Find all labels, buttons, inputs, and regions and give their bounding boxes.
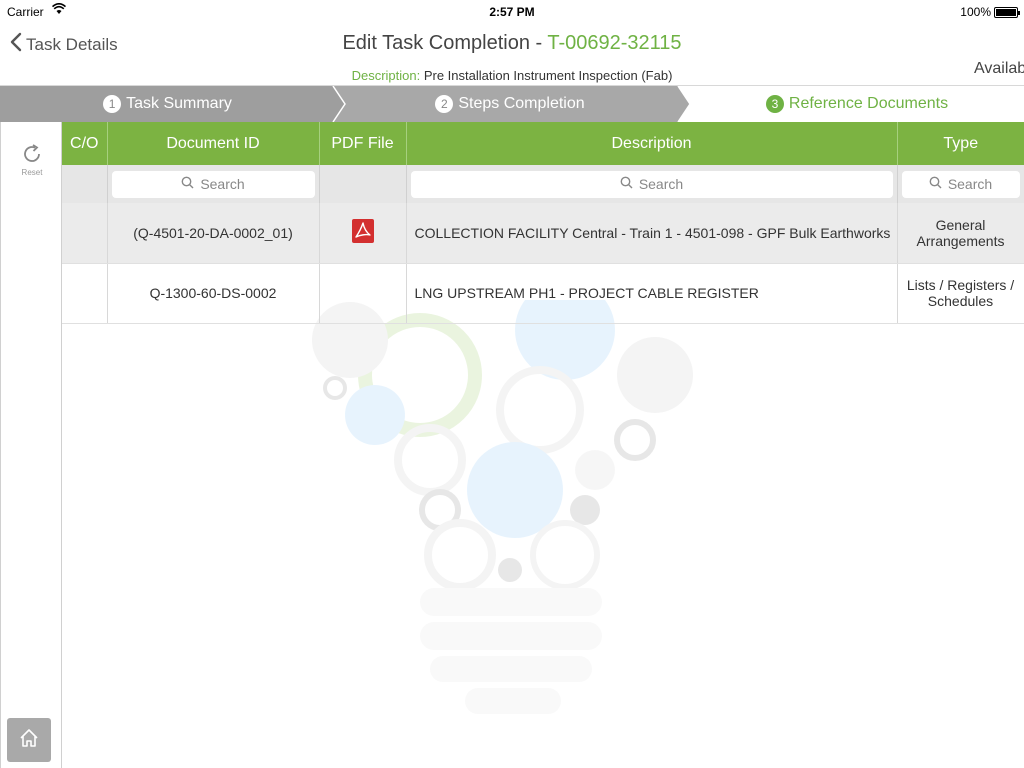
steps-progress: 1 Task Summary 2 Steps Completion 3 Refe…	[0, 86, 1024, 122]
step-label: Task Summary	[126, 95, 232, 112]
step-label: Reference Documents	[788, 95, 949, 112]
search-placeholder: Search	[200, 176, 245, 192]
description-cell: LNG UPSTREAM PH1 - PROJECT CABLE REGISTE…	[406, 263, 898, 324]
reset-button[interactable]: Reset	[13, 142, 51, 177]
search-input-document-id[interactable]: Search	[111, 170, 315, 198]
search-input-type[interactable]: Search	[901, 170, 1020, 198]
task-description: Description: Pre Installation Instrument…	[0, 68, 1024, 83]
filter-cell-type: Search	[897, 165, 1024, 203]
filter-row: Search Search Search	[62, 165, 1024, 203]
home-icon	[18, 727, 40, 754]
search-icon	[929, 176, 948, 192]
co-cell[interactable]	[62, 263, 108, 324]
documents-table: C/O Document ID PDF File Description Typ…	[62, 122, 1024, 324]
reset-label: Reset	[21, 168, 43, 177]
home-button[interactable]	[7, 718, 51, 762]
refresh-icon	[20, 144, 44, 168]
type-cell: Lists / Registers / Schedules	[897, 263, 1024, 324]
pdf-file-cell	[319, 203, 407, 264]
search-icon	[181, 176, 200, 192]
column-header-document-id[interactable]: Document ID	[107, 122, 320, 165]
header: Task Details Edit Task Completion - T-00…	[0, 22, 1024, 86]
search-icon	[620, 176, 639, 192]
filter-cell-empty	[62, 165, 108, 203]
document-id-cell: (Q-4501-20-DA-0002_01)	[107, 203, 320, 264]
step-number: 1	[103, 95, 122, 113]
title-text: Edit Task Completion -	[342, 32, 548, 54]
column-header-co[interactable]: C/O	[62, 122, 108, 165]
filter-cell-document-id: Search	[107, 165, 320, 203]
document-id-cell: Q-1300-60-DS-0002	[107, 263, 320, 324]
pdf-file-cell	[319, 263, 407, 324]
battery-percent: 100%	[960, 5, 991, 19]
battery-icon	[994, 7, 1020, 18]
table-row[interactable]: (Q-4501-20-DA-0002_01) COLLECTION FACILI…	[62, 203, 1024, 264]
co-cell[interactable]	[62, 203, 108, 264]
column-header-description[interactable]: Description	[406, 122, 898, 165]
filter-cell-empty	[319, 165, 407, 203]
column-header-pdf-file[interactable]: PDF File	[319, 122, 407, 165]
step-label: Steps Completion	[458, 95, 585, 112]
description-value: Pre Installation Instrument Inspection (…	[420, 68, 673, 83]
status-bar: Carrier 2:57 PM 100%	[0, 0, 1024, 22]
step-number: 2	[435, 95, 454, 113]
tab-steps-completion[interactable]: 2 Steps Completion	[340, 86, 680, 122]
pdf-icon[interactable]	[351, 219, 374, 246]
type-cell: General Arrangements	[897, 203, 1024, 264]
left-sidebar: Reset	[0, 122, 62, 768]
task-id: T-00692-32115	[547, 32, 682, 54]
clock: 2:57 PM	[489, 5, 535, 19]
tab-reference-documents[interactable]: 3 Reference Documents	[690, 86, 1024, 122]
tab-task-summary[interactable]: 1 Task Summary	[0, 86, 335, 122]
page-title: Edit Task Completion - T-00692-32115	[0, 32, 1024, 55]
search-placeholder: Search	[638, 176, 684, 192]
available-label[interactable]: Availab	[974, 60, 1024, 78]
filter-cell-description: Search	[406, 165, 898, 203]
table-row[interactable]: Q-1300-60-DS-0002 LNG UPSTREAM PH1 - PRO…	[62, 263, 1024, 324]
step-number: 3	[765, 95, 784, 113]
search-placeholder: Search	[947, 176, 993, 192]
gears-lightbulb-illustration	[312, 300, 693, 714]
description-label: Description:	[351, 68, 421, 83]
description-cell: COLLECTION FACILITY Central - Train 1 - …	[406, 203, 898, 264]
table-header-row: C/O Document ID PDF File Description Typ…	[62, 122, 1024, 165]
column-header-type[interactable]: Type	[897, 122, 1024, 165]
search-input-description[interactable]: Search	[410, 170, 893, 198]
